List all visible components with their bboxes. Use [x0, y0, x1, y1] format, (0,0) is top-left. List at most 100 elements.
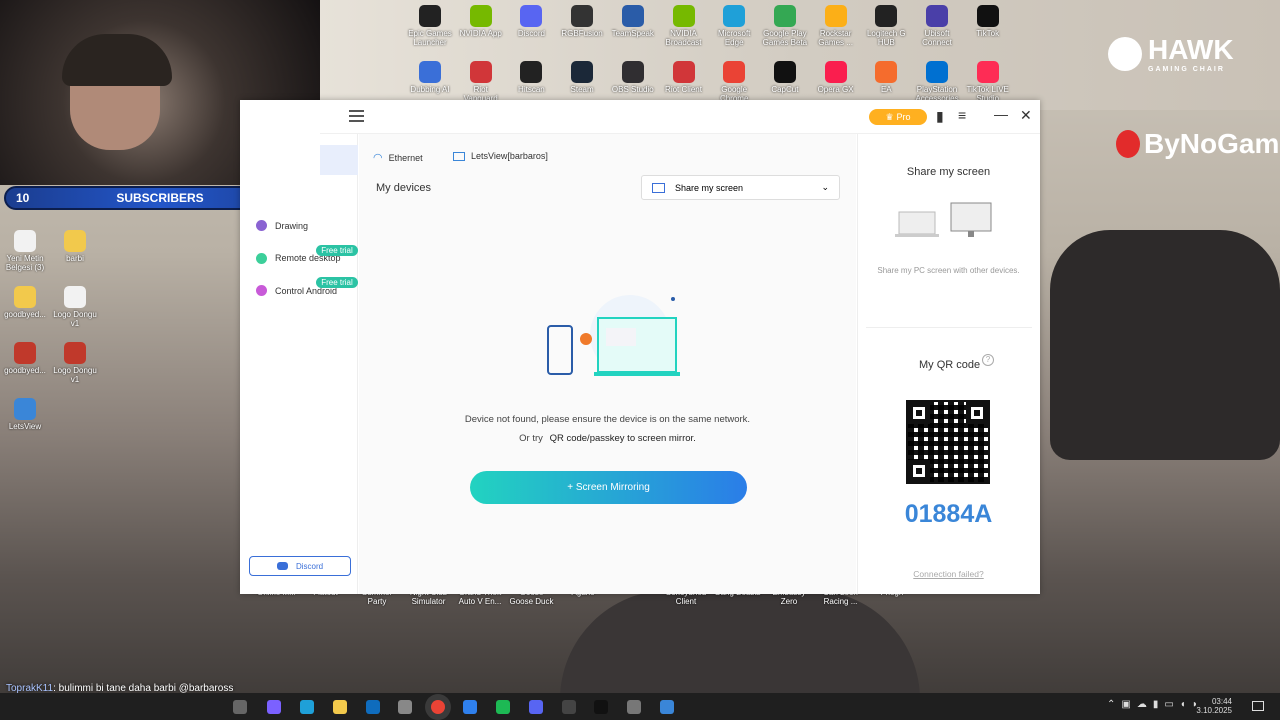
subscribers-count-left: 10 [16, 191, 30, 205]
desktop-icon[interactable]: Yeni Metin Belgesi (3) [0, 230, 50, 272]
help-icon[interactable]: ? [982, 354, 994, 366]
not-found-message: Device not found, please ensure the devi… [464, 414, 751, 425]
hamburger-menu-icon[interactable] [349, 110, 364, 122]
qr-passkey-link[interactable]: QR code/passkey to screen mirror. [550, 433, 696, 444]
desktop-icon-label: NVIDIA Broadcast [665, 29, 702, 47]
connection-failed-link[interactable]: Connection failed? [857, 569, 1040, 579]
discord-button[interactable]: Discord [249, 556, 351, 576]
desktop-app-icon [520, 5, 543, 27]
desktop-icon[interactable]: Steam [557, 61, 607, 94]
desktop-icon[interactable]: Logitech G HUB [861, 5, 911, 47]
desktop-icon-label: Ubisoft Connect [922, 29, 952, 47]
taskbar-settings-icon[interactable] [627, 700, 641, 714]
desktop-icon[interactable]: barbi [50, 230, 100, 263]
desktop-icon-label: Rockstar Games ... [818, 29, 853, 47]
hawk-logo-subtext: GAMING CHAIR [1148, 66, 1225, 73]
desktop-icon[interactable]: RGBFusion [557, 5, 607, 38]
desktop-app-icon [875, 5, 898, 27]
pro-button[interactable]: ♛ Pro [869, 109, 927, 125]
close-button[interactable]: ✕ [1020, 107, 1032, 124]
chevron-down-icon: ⌄ [821, 182, 829, 192]
desktop-icon-label: goodbyed... [4, 310, 46, 319]
sidebar-item[interactable]: Drawing [256, 220, 308, 231]
desktop-icon-label: Yeni Metin Belgesi (3) [5, 254, 45, 272]
hawk-logo-text: HAWK [1148, 34, 1234, 65]
bynogame-logo-text: ByNoGame [1144, 128, 1280, 159]
desktop-icon[interactable]: Microsoft Edge [709, 5, 759, 47]
desktop-file-icon [64, 230, 86, 252]
desktop-icon[interactable]: Rockstar Games ... [811, 5, 861, 47]
or-try-line: Or try QR code/passkey to screen mirror. [359, 433, 856, 444]
desktop-icon[interactable]: TeamSpeak [608, 5, 658, 38]
desktop-icon[interactable]: TikTok LIVE Studio [963, 61, 1013, 103]
desktop-icon[interactable]: LetsView [0, 398, 50, 431]
notification-icon[interactable]: ▮ [936, 108, 944, 125]
desktop-icon[interactable]: Epic Games Launcher [405, 5, 455, 47]
desktop-app-icon [773, 5, 796, 27]
screen-mirroring-button[interactable]: + Screen Mirroring [470, 471, 747, 504]
ethernet-tab[interactable]: ◠ Ethernet [373, 151, 423, 164]
desktop-app-icon [773, 61, 796, 83]
taskbar-app-blue-icon[interactable] [463, 700, 477, 714]
desktop-icon[interactable]: Dubbing AI [405, 61, 455, 94]
menu-lines-icon[interactable]: ≡ [958, 107, 966, 123]
desktop-icon[interactable]: EA [861, 61, 911, 94]
share-screen-dropdown[interactable]: Share my screen ⌄ [641, 175, 840, 200]
desktop-icon-label: Logo Dongu v1 [53, 366, 97, 384]
desktop-icon[interactable]: PlayStation Accessories [912, 61, 962, 103]
desktop-icon[interactable]: Hitscan [506, 61, 556, 94]
desktop-icon-label: Microsoft Edge [717, 29, 751, 47]
desktop-icon[interactable]: goodbyed... [0, 286, 50, 319]
desktop-icon[interactable]: Ubisoft Connect [912, 5, 962, 47]
taskbar-chrome-icon[interactable] [431, 700, 445, 714]
desktop-icon-label: CapCut [771, 85, 799, 94]
taskbar-discord-icon[interactable] [529, 700, 543, 714]
taskbar-letsview-icon[interactable] [660, 700, 674, 714]
taskbar-edge-icon[interactable] [300, 700, 314, 714]
sidebar-selected-item[interactable] [320, 145, 358, 175]
desktop-icon[interactable]: NVIDIA Broadcast [659, 5, 709, 47]
hawk-logo: HAWK GAMING CHAIR [1108, 34, 1234, 73]
qr-passcode: 01884A [904, 500, 993, 528]
desktop-icon[interactable]: Google Play Games Beta [760, 5, 810, 47]
taskbar-tiktok-icon[interactable] [594, 700, 608, 714]
free-trial-badge: Free trial [316, 244, 358, 256]
desktop-icon[interactable]: Riot Vanguard [456, 61, 506, 103]
desktop-icon[interactable]: goodbyed... [0, 342, 50, 375]
qr-title: My QR code [919, 359, 981, 371]
desktop-icon[interactable]: Discord [506, 5, 556, 38]
desktop-icon[interactable]: Opera GX [811, 61, 861, 94]
discord-label: Discord [295, 561, 324, 571]
device-name-tab[interactable]: LetsView[barbaros] [453, 151, 548, 161]
desktop-file-icon [64, 342, 86, 364]
desktop-icon[interactable]: Google Chrome [709, 61, 759, 103]
desktop-icon[interactable]: TikTok [963, 5, 1013, 38]
taskbar-spotify-icon[interactable] [496, 700, 510, 714]
desktop-icon[interactable]: CapCut [760, 61, 810, 94]
hawk-logo-icon [1108, 36, 1142, 71]
taskbar-clock[interactable]: 03:44 3.10.2025 [1196, 697, 1232, 715]
taskbar-obs-icon[interactable] [562, 700, 576, 714]
subscribers-label: SUBSCRIBERS [116, 191, 204, 205]
desktop-app-icon [723, 61, 746, 83]
desktop-icon[interactable]: Riot Client [659, 61, 709, 94]
taskbar-xbox-icon[interactable] [398, 700, 412, 714]
pro-label: Pro [896, 112, 911, 122]
system-tray-icons[interactable]: ⌃▣☁▮▭◖◗ [1107, 699, 1204, 710]
taskbar-task-view-icon[interactable] [233, 700, 247, 714]
notification-center-icon[interactable] [1252, 701, 1264, 711]
taskbar-outlook-icon[interactable] [366, 700, 380, 714]
share-screen-illustration [895, 202, 992, 237]
taskbar-copilot-icon[interactable] [267, 700, 281, 714]
desktop-icon[interactable]: NVIDIA App [456, 5, 506, 38]
taskbar-file-explorer-icon[interactable] [333, 700, 347, 714]
desktop-icon[interactable]: Logo Dongu v1 [50, 286, 100, 328]
minimize-button[interactable]: — [994, 106, 1008, 122]
desktop-icon[interactable]: Logo Dongu v1 [50, 342, 100, 384]
my-devices-heading: My devices [376, 182, 432, 194]
desktop-file-icon [64, 286, 86, 308]
desktop-icon-label: Dubbing AI [410, 85, 450, 94]
sidebar-item-icon [256, 285, 267, 296]
desktop-icon[interactable]: OBS Studio [608, 61, 658, 94]
desktop-icon-label: Riot Client [665, 85, 702, 94]
